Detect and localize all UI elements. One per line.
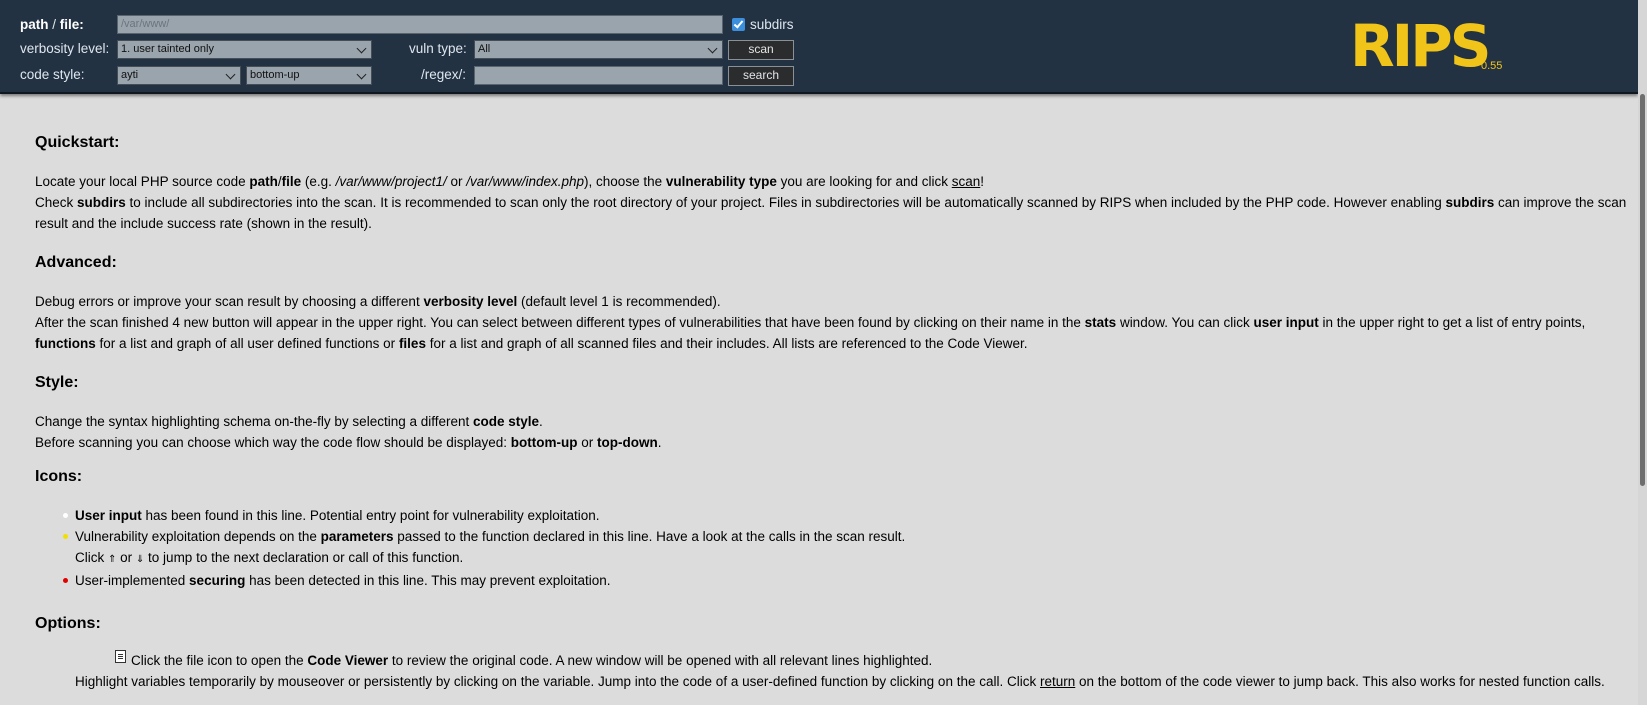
quickstart-section: Quickstart: [35, 133, 1630, 153]
help-content: Quickstart: Locate your local PHP source… [0, 95, 1638, 705]
quickstart-text: Locate your local PHP source code path/f… [35, 174, 1627, 231]
toolbar: path / file: /var/www/ subdirs verbosity… [0, 0, 1638, 94]
quickstart-title: Quickstart: [35, 134, 120, 151]
scan-link[interactable]: scan [952, 174, 981, 189]
options-section: Options: [35, 614, 1630, 634]
options-text: Click the file icon to open the Code Vie… [35, 650, 1630, 692]
code-style-label: code style: [20, 67, 85, 82]
style-text: Change the syntax highlighting schema on… [35, 414, 662, 450]
parameters-dot-icon [63, 534, 68, 539]
list-item: User-implemented securing has been detec… [63, 570, 1630, 591]
verbosity-label: verbosity level: [20, 41, 110, 56]
scan-button[interactable]: scan [728, 40, 794, 60]
rips-logo: RIPS [1350, 12, 1492, 80]
list-item: User input has been found in this line. … [63, 505, 1630, 526]
chevron-down-icon [356, 43, 367, 54]
path-input[interactable]: /var/www/ [117, 15, 723, 34]
scrollbar-thumb[interactable] [1640, 94, 1645, 486]
chevron-down-icon [707, 43, 718, 54]
code-style-select[interactable]: ayti [117, 66, 241, 85]
subdirs-checkbox[interactable] [732, 18, 745, 31]
verbosity-select[interactable]: 1. user tainted only [117, 40, 372, 59]
vuln-type-select[interactable]: All [474, 40, 723, 59]
chevron-down-icon [356, 69, 367, 80]
file-label: file: [59, 17, 84, 32]
subdirs-label: subdirs [750, 17, 794, 32]
list-item: Vulnerability exploitation depends on th… [63, 526, 1630, 570]
file-icon[interactable] [115, 650, 126, 663]
user-input-dot-icon [63, 513, 68, 518]
path-label: path [20, 17, 49, 32]
advanced-title: Advanced: [35, 254, 117, 271]
regex-label: /regex/: [421, 67, 467, 82]
vuln-type-label: vuln type: [409, 41, 467, 56]
icons-title: Icons: [35, 468, 83, 485]
regex-input[interactable] [474, 66, 723, 85]
style-title: Style: [35, 374, 79, 391]
style-section: Style: [35, 373, 1630, 393]
advanced-text: Debug errors or improve your scan result… [35, 294, 1586, 351]
chevron-down-icon [225, 69, 236, 80]
search-button[interactable]: search [728, 66, 794, 86]
scrollbar[interactable] [1638, 0, 1647, 705]
options-title: Options: [35, 615, 101, 632]
advanced-section: Advanced: [35, 253, 1630, 273]
version-label: 0.55 [1481, 60, 1503, 72]
flow-select[interactable]: bottom-up [246, 66, 372, 85]
path-file-label: path / file: [20, 17, 84, 32]
securing-dot-icon [63, 578, 68, 583]
return-link[interactable]: return [1040, 674, 1075, 689]
icons-section: Icons: [35, 467, 1630, 487]
icons-list: User input has been found in this line. … [35, 505, 1630, 591]
